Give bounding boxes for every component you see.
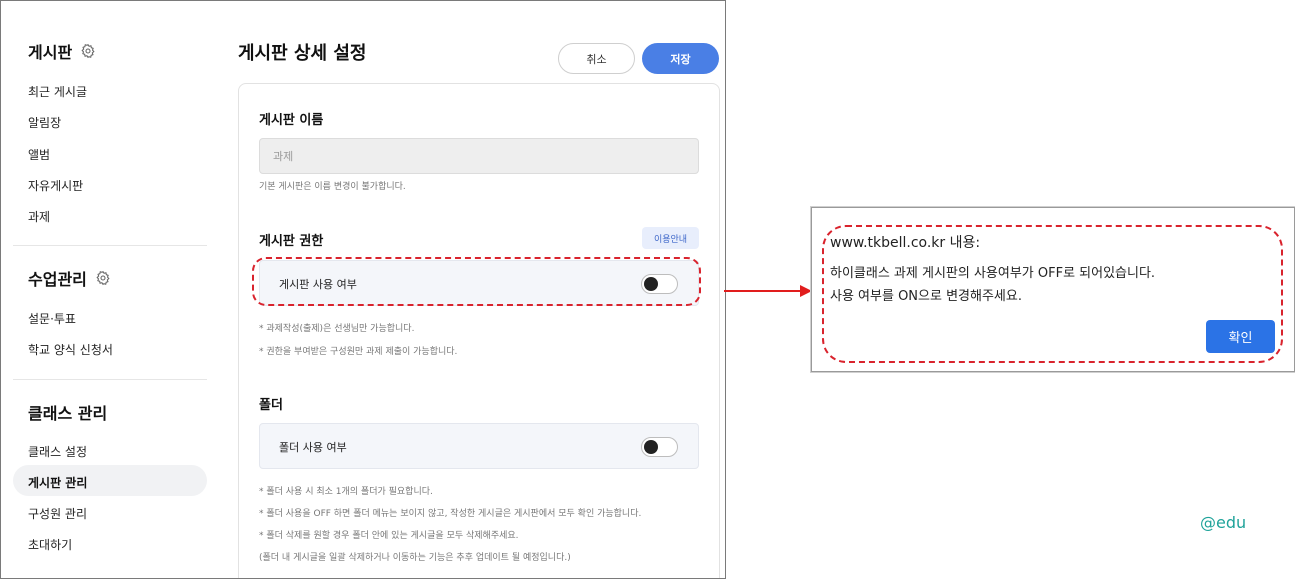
- highlight-box: [822, 225, 1283, 363]
- sidebar-board-title-label: 게시판: [28, 43, 73, 62]
- folder-note: * 폴더 사용을 OFF 하면 폴더 메뉴는 보이지 않고, 작성한 게시글은 …: [259, 509, 642, 519]
- app-window: 게시판 최근 게시글 알림장 앨범 자유게시판 과제 수업관리 설문·투표 학교…: [0, 0, 726, 579]
- sidebar-board-title[interactable]: 게시판: [28, 39, 96, 63]
- page-title: 게시판 상세 설정: [238, 43, 367, 64]
- folder-note: * 폴더 삭제를 원할 경우 폴더 안에 있는 게시글을 모두 삭제해주세요.: [259, 531, 519, 541]
- sidebar-item-recent-posts[interactable]: 최근 게시글: [28, 83, 87, 100]
- folder-note: (폴더 내 게시글을 일괄 삭제하거나 이동하는 기능은 추후 업데이트 될 예…: [259, 553, 571, 563]
- watermark: @edu: [1200, 513, 1247, 532]
- screenshot-canvas: 게시판 최근 게시글 알림장 앨범 자유게시판 과제 수업관리 설문·투표 학교…: [0, 0, 1295, 579]
- highlight-box: [252, 257, 701, 306]
- sidebar-divider: [13, 379, 207, 380]
- sidebar-class-mgmt-title-label: 수업관리: [28, 270, 87, 289]
- sidebar-class-admin-title: 클래스 관리: [28, 400, 107, 424]
- toggle-knob: [644, 440, 658, 454]
- folder-use-row: 폴더 사용 여부: [259, 423, 699, 469]
- folder-use-label: 폴더 사용 여부: [279, 441, 347, 454]
- sidebar-item-members[interactable]: 구성원 관리: [28, 505, 87, 522]
- permission-note: * 권한을 부여받은 구성원만 과제 제출이 가능합니다.: [259, 347, 458, 357]
- sidebar-item-album[interactable]: 앨범: [28, 146, 50, 163]
- gear-icon[interactable]: [95, 270, 111, 286]
- folder-section-title: 폴더: [259, 398, 283, 413]
- sidebar-item-invite[interactable]: 초대하기: [28, 536, 72, 553]
- sidebar-item-assignment[interactable]: 과제: [28, 208, 50, 225]
- usage-guide-button[interactable]: 이용안내: [642, 227, 699, 249]
- permission-section-title: 게시판 권한: [259, 234, 324, 249]
- sidebar-class-mgmt-title[interactable]: 수업관리: [28, 266, 111, 290]
- folder-note: * 폴더 사용 시 최소 1개의 폴더가 필요합니다.: [259, 487, 433, 497]
- gear-icon[interactable]: [80, 43, 96, 59]
- folder-use-toggle[interactable]: [641, 437, 678, 457]
- sidebar-divider: [13, 245, 207, 246]
- sidebar-item-board-management[interactable]: 게시판 관리: [28, 474, 87, 491]
- sidebar-item-free-board[interactable]: 자유게시판: [28, 177, 83, 194]
- cancel-button[interactable]: 취소: [558, 43, 635, 74]
- arrow-right-icon: [724, 285, 812, 297]
- sidebar-class-admin-title-label: 클래스 관리: [28, 404, 108, 423]
- sidebar-item-school-forms[interactable]: 학교 양식 신청서: [28, 341, 113, 358]
- sidebar-item-class-settings[interactable]: 클래스 설정: [28, 443, 87, 460]
- save-button[interactable]: 저장: [642, 43, 719, 74]
- permission-note: * 과제작성(출제)은 선생님만 가능합니다.: [259, 324, 415, 334]
- sidebar-item-notice[interactable]: 알림장: [28, 114, 61, 131]
- board-name-hint: 기본 게시판은 이름 변경이 불가합니다.: [259, 182, 406, 192]
- board-name-section-title: 게시판 이름: [259, 113, 324, 128]
- board-name-input: 과제: [259, 138, 699, 174]
- sidebar-item-survey[interactable]: 설문·투표: [28, 310, 76, 327]
